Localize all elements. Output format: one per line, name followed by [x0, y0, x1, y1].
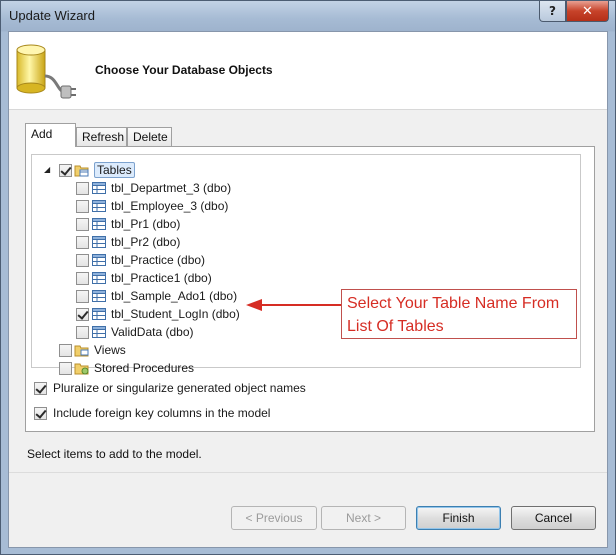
table-icon [92, 272, 106, 284]
stored-procedures-folder-icon [74, 363, 89, 375]
views-label: Views [94, 343, 126, 357]
title-bar[interactable]: Update Wizard ? ✕ [1, 1, 615, 31]
views-folder-icon [74, 345, 89, 357]
window-title: Update Wizard [9, 8, 95, 23]
tree-node-table[interactable]: ValidData (dbo) [76, 323, 194, 341]
table-label: tbl_Pr2 (dbo) [111, 235, 181, 249]
table-label: tbl_Practice1 (dbo) [111, 271, 212, 285]
views-checkbox[interactable] [59, 343, 72, 357]
foreign-keys-label[interactable]: Include foreign key columns in the model [53, 406, 270, 420]
tab-add[interactable]: Add [25, 123, 76, 147]
table-icon [92, 254, 106, 266]
help-button[interactable]: ? [539, 1, 566, 22]
tree-node-table[interactable]: tbl_Practice1 (dbo) [76, 269, 212, 287]
tree-node-table[interactable]: tbl_Sample_Ado1 (dbo) [76, 287, 237, 305]
table-checkbox[interactable] [76, 325, 89, 339]
tables-checkbox[interactable] [59, 163, 72, 177]
tables-label[interactable]: Tables [94, 162, 135, 178]
table-checkbox[interactable] [76, 271, 89, 285]
tree-node-tables[interactable]: ◢ Tables [44, 161, 135, 179]
pluralize-label[interactable]: Pluralize or singularize generated objec… [53, 381, 306, 395]
tab-delete[interactable]: Delete [127, 127, 172, 146]
table-icon [92, 236, 106, 248]
stored-procedures-label: Stored Procedures [94, 361, 195, 375]
annotation-callout: Select Your Table Name From List Of Tabl… [341, 289, 577, 339]
footer-divider [9, 472, 607, 473]
page-title: Choose Your Database Objects [95, 63, 273, 77]
tree-node-table[interactable]: tbl_Student_LogIn (dbo) [76, 305, 240, 323]
annotation-arrow-icon [246, 299, 344, 311]
table-checkbox[interactable] [76, 199, 89, 213]
pluralize-option[interactable]: Pluralize or singularize generated objec… [34, 381, 306, 395]
expand-triangle-icon[interactable]: ◢ [44, 166, 52, 174]
table-label: tbl_Student_LogIn (dbo) [111, 307, 240, 321]
table-checkbox[interactable] [76, 307, 89, 321]
help-icon: ? [549, 4, 556, 18]
annotation-line-2: List Of Tables [347, 318, 444, 335]
table-icon [92, 326, 106, 338]
tree-node-views[interactable]: Views [59, 341, 126, 359]
close-button[interactable]: ✕ [566, 1, 609, 22]
table-label: ValidData (dbo) [111, 325, 194, 339]
finish-button[interactable]: Finish [416, 506, 501, 530]
tables-folder-icon [74, 165, 89, 177]
tree-node-table[interactable]: tbl_Pr2 (dbo) [76, 233, 180, 251]
status-text: Select items to add to the model. [27, 447, 202, 461]
tree-node-stored-procedures[interactable]: Stored Procedures [59, 359, 194, 377]
next-button[interactable]: Next > [321, 506, 406, 530]
foreign-keys-option[interactable]: Include foreign key columns in the model [34, 406, 270, 420]
table-icon [92, 200, 106, 212]
pluralize-checkbox[interactable] [34, 381, 47, 395]
cancel-button[interactable]: Cancel [511, 506, 596, 530]
tree-node-table[interactable]: tbl_Practice (dbo) [76, 251, 205, 269]
foreign-keys-checkbox[interactable] [34, 406, 47, 420]
table-label: tbl_Sample_Ado1 (dbo) [111, 289, 238, 303]
tab-refresh[interactable]: Refresh [76, 127, 127, 146]
table-label: tbl_Pr1 (dbo) [111, 217, 181, 231]
table-checkbox[interactable] [76, 235, 89, 249]
annotation-line-1: Select Your Table Name From [347, 295, 560, 312]
table-checkbox[interactable] [76, 181, 89, 195]
wizard-header: Choose Your Database Objects [9, 32, 607, 110]
table-checkbox[interactable] [76, 289, 89, 303]
table-label: tbl_Practice (dbo) [111, 253, 206, 267]
table-icon [92, 308, 106, 320]
table-checkbox[interactable] [76, 217, 89, 231]
database-plug-icon [16, 44, 76, 99]
table-icon [92, 218, 106, 230]
tree-node-table[interactable]: tbl_Pr1 (dbo) [76, 215, 180, 233]
tree-node-table[interactable]: tbl_Employee_3 (dbo) [76, 197, 228, 215]
table-icon [92, 182, 106, 194]
stored-procedures-checkbox[interactable] [59, 361, 72, 375]
table-label: tbl_Departmet_3 (dbo) [111, 181, 232, 195]
table-label: tbl_Employee_3 (dbo) [111, 199, 229, 213]
tree-node-table[interactable]: tbl_Departmet_3 (dbo) [76, 179, 231, 197]
previous-button[interactable]: < Previous [231, 506, 317, 530]
close-icon: ✕ [582, 3, 593, 19]
table-icon [92, 290, 106, 302]
table-checkbox[interactable] [76, 253, 89, 267]
update-wizard-window: Update Wizard ? ✕ Choose Your Database O… [0, 0, 616, 555]
